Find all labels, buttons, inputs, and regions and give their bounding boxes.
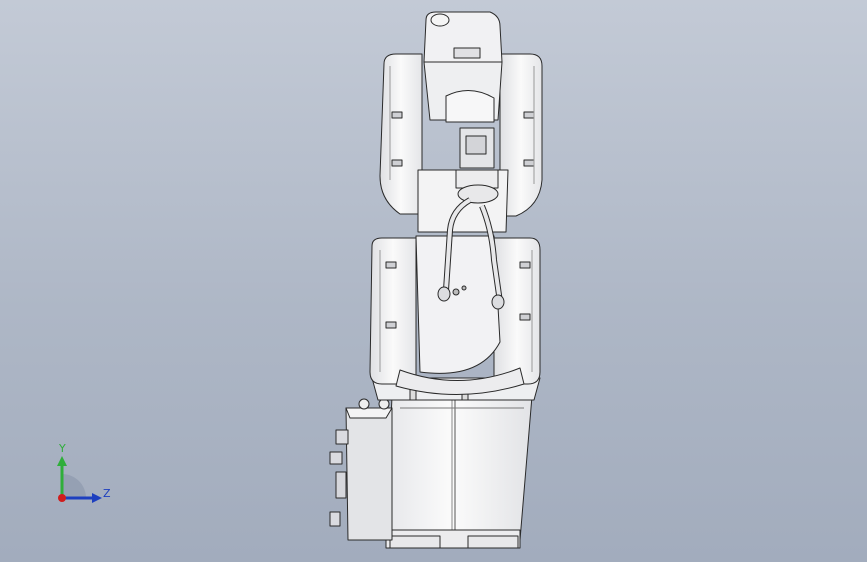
graphics-viewport[interactable]: Y Z — [0, 0, 867, 562]
lower-arm — [369, 235, 541, 395]
robot-base — [329, 377, 541, 549]
z-axis-label: Z — [103, 487, 111, 500]
x-axis-dot — [58, 494, 66, 502]
y-axis-label: Y — [59, 442, 66, 455]
robot-arm-model[interactable] — [0, 0, 867, 562]
